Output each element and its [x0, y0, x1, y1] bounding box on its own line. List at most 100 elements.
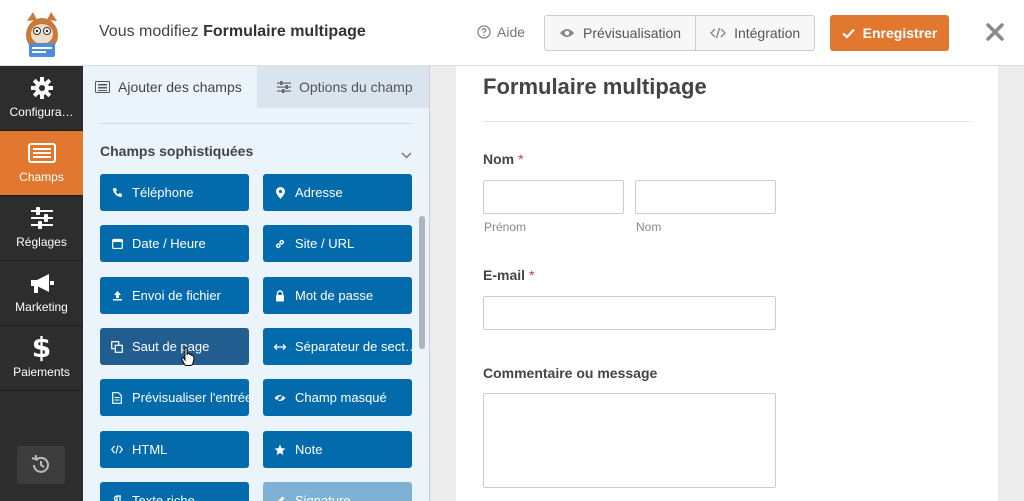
field-label: Téléphone [132, 185, 194, 200]
field-button-phone[interactable]: Téléphone [100, 174, 249, 211]
panel-divider [100, 123, 412, 124]
field-label: Site / URL [295, 236, 355, 251]
email-label-text: E-mail [483, 267, 526, 283]
nav-label: Paiements [13, 365, 70, 379]
field-label: Saut de page [132, 339, 210, 354]
sliders-icon [277, 81, 291, 93]
arrows-h-icon [274, 343, 286, 351]
editing-prefix: Vous modifiez [99, 23, 204, 40]
star-icon [274, 444, 286, 456]
comment-field-label: Commentaire ou message [483, 365, 658, 381]
save-button[interactable]: Enregistrer [830, 15, 949, 51]
embed-label: Intégration [734, 25, 801, 41]
panel-scrollbar[interactable] [419, 216, 425, 349]
preview-label: Prévisualisation [583, 25, 682, 41]
field-button-address[interactable]: Adresse [263, 174, 412, 211]
link-icon [274, 238, 286, 250]
embed-button[interactable]: Intégration [695, 16, 814, 50]
nav-label: Champs [19, 170, 64, 184]
nav-item-setup[interactable]: Configura… [0, 66, 83, 131]
form-name: Formulaire multipage [203, 23, 366, 40]
code-icon [111, 445, 123, 454]
field-button-hidden-field[interactable]: Champ masqué [263, 379, 412, 416]
fields-panel: Ajouter des champs Options du champ Cham… [83, 66, 430, 501]
field-label: Adresse [295, 185, 343, 200]
help-label: Aide [497, 24, 526, 40]
nav-label: Réglages [16, 235, 67, 249]
sliders-icon [30, 207, 54, 229]
nav-item-marketing[interactable]: Marketing [0, 261, 83, 326]
last-name-sublabel: Nom [636, 220, 662, 234]
wpforms-logo [0, 0, 83, 66]
nav-item-fields[interactable]: Champs [0, 131, 83, 196]
field-label: Date / Heure [132, 236, 206, 251]
revisions-history-icon[interactable] [17, 446, 65, 484]
field-button-html[interactable]: HTML [100, 431, 249, 468]
tab-field-options[interactable]: Options du champ [257, 66, 429, 108]
nav-label: Marketing [15, 300, 68, 314]
left-nav: Configura… Champs Réglages Marketing $ P… [0, 66, 83, 501]
last-name-input[interactable] [635, 180, 776, 214]
field-button-rich-text[interactable]: Texte riche [100, 482, 249, 501]
tab-label: Options du champ [299, 79, 413, 95]
top-bar: Vous modifiez Formulaire multipage Aide … [0, 0, 1024, 66]
email-field-label: E-mail * [483, 267, 534, 283]
tab-add-fields[interactable]: Ajouter des champs [83, 66, 257, 108]
lock-icon [274, 289, 286, 302]
field-label: Séparateur de sect… [295, 339, 412, 354]
field-button-section-divider[interactable]: Séparateur de sect… [263, 328, 412, 365]
copy-icon [111, 340, 123, 353]
form-title-divider [483, 121, 971, 122]
nav-label: Configura… [9, 105, 74, 119]
pen-icon [274, 495, 286, 501]
preview-embed-group: Prévisualisation Intégration [544, 15, 816, 51]
save-label: Enregistrer [862, 25, 938, 41]
tab-label: Ajouter des champs [118, 79, 242, 95]
list-icon [95, 81, 110, 93]
field-button-rating[interactable]: Note [263, 431, 412, 468]
upload-icon [111, 290, 123, 301]
field-label: Signature [295, 493, 351, 501]
field-button-date-time[interactable]: Date / Heure [100, 225, 249, 262]
required-mark: * [518, 151, 524, 167]
paragraph-icon [111, 494, 123, 501]
email-input[interactable] [483, 296, 776, 330]
phone-icon [111, 187, 123, 198]
field-button-signature[interactable]: Signature [263, 482, 412, 501]
field-button-file-upload[interactable]: Envoi de fichier [100, 277, 249, 314]
section-title: Champs sophistiquées [100, 143, 254, 159]
nav-item-payments[interactable]: $ Paiements [0, 326, 83, 391]
name-label-text: Nom [483, 151, 515, 167]
name-field-label: Nom * [483, 151, 524, 167]
hand-cursor-icon [181, 347, 195, 372]
comment-textarea[interactable] [483, 393, 776, 488]
field-button-page-break[interactable]: Saut de page [100, 328, 249, 365]
field-label: Envoi de fichier [132, 288, 221, 303]
chevron-down-icon[interactable] [401, 146, 412, 164]
editing-title: Vous modifiez Formulaire multipage [99, 23, 366, 41]
first-name-sublabel: Prénom [484, 220, 527, 234]
form-preview: Formulaire multipage Nom * Prénom Nom E-m… [456, 66, 998, 501]
preview-button[interactable]: Prévisualisation [545, 16, 695, 50]
eye-icon [560, 29, 574, 37]
close-icon[interactable] [984, 21, 1006, 43]
form-title: Formulaire multipage [483, 74, 707, 99]
field-button-url[interactable]: Site / URL [263, 225, 412, 262]
help-link[interactable]: Aide [477, 24, 525, 40]
field-label: Texte riche [132, 493, 195, 501]
megaphone-icon [29, 272, 55, 294]
eye-slash-icon [274, 392, 286, 403]
field-label: Mot de passe [295, 288, 374, 303]
file-icon [111, 391, 123, 404]
question-circle-icon [477, 25, 491, 39]
field-label: Note [295, 442, 323, 457]
field-button-entry-preview[interactable]: Prévisualiser l'entrée [100, 379, 249, 416]
check-icon [841, 28, 855, 39]
code-icon [710, 27, 727, 39]
map-pin-icon [274, 186, 286, 199]
nav-item-settings[interactable]: Réglages [0, 196, 83, 261]
first-name-input[interactable] [483, 180, 624, 214]
field-button-password[interactable]: Mot de passe [263, 277, 412, 314]
field-label: Prévisualiser l'entrée [132, 390, 249, 405]
required-mark: * [529, 267, 535, 283]
